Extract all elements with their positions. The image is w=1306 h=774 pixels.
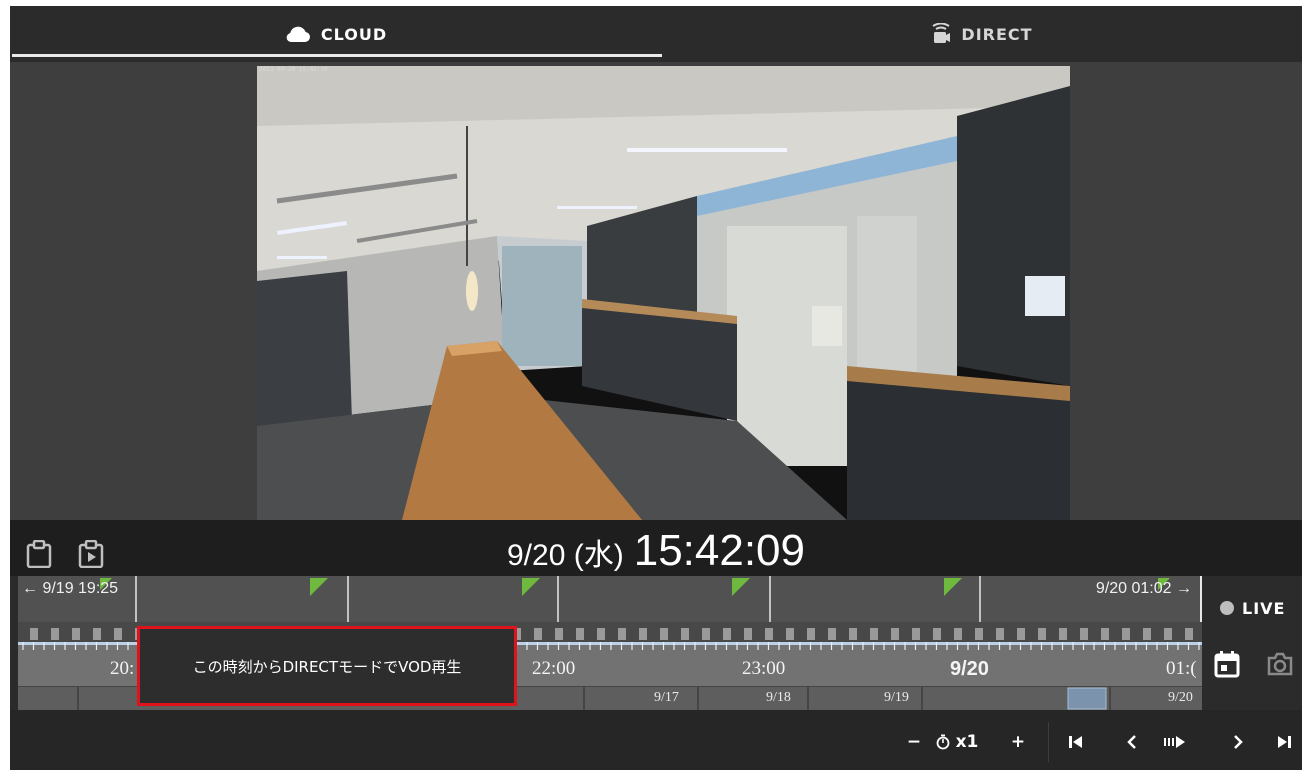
range-end-label[interactable]: 9/20 01:02 → [1096, 580, 1192, 598]
live-button[interactable]: LIVE [1210, 588, 1302, 628]
recording-segment [912, 628, 920, 640]
day-label: 9/17 [654, 690, 679, 705]
tab-direct[interactable]: DIRECT [662, 6, 1302, 62]
calendar-button[interactable] [1213, 650, 1241, 678]
snapshot-button[interactable] [1266, 651, 1294, 677]
hour-label-date: 9/20 [950, 658, 989, 680]
recording-segment [1164, 628, 1172, 640]
recording-segment [1143, 628, 1151, 640]
skip-start-icon [1069, 736, 1082, 748]
recording-segment [1122, 628, 1130, 640]
playback-controls: − x1 + [10, 710, 1302, 770]
camera-video-frame[interactable]: 2023-09-20 15:42:10 [257, 66, 1070, 520]
timeline-event-track[interactable]: ← 9/19 19:25 9/20 01:02 → [18, 576, 1202, 622]
calendar-icon [1214, 651, 1240, 678]
recording-segment [765, 628, 773, 640]
recording-segment [93, 628, 101, 640]
event-markers [100, 576, 1202, 622]
speed-down-button[interactable]: − [902, 728, 926, 756]
chevron-right-icon [1234, 735, 1243, 749]
current-time: 15:42:09 [633, 526, 805, 575]
active-tab-indicator [12, 54, 662, 57]
recording-segment [555, 628, 563, 640]
recording-segment [1185, 628, 1193, 640]
recording-segment [1101, 628, 1109, 640]
recording-segment [72, 628, 80, 640]
plus-icon: + [1010, 732, 1026, 752]
recording-segment [597, 628, 605, 640]
recording-segment [954, 628, 962, 640]
video-overlay-timestamp: 2023-09-20 15:42:10 [259, 66, 328, 73]
camera-icon [931, 23, 951, 45]
live-indicator-icon [1220, 601, 1234, 615]
recording-segment [996, 628, 1004, 640]
step-back-button[interactable] [1120, 728, 1144, 756]
recording-segment [849, 628, 857, 640]
skip-to-start-button[interactable] [1064, 728, 1088, 756]
recording-segment [534, 628, 542, 640]
video-area: 2023-09-20 15:42:10 [10, 62, 1302, 520]
camera-snapshot-icon [1267, 652, 1293, 676]
skip-end-icon [1278, 736, 1291, 748]
hour-label: 01:( [1166, 658, 1197, 679]
play-button[interactable] [1160, 728, 1190, 756]
recording-segment [114, 628, 122, 640]
recording-segment [1059, 628, 1067, 640]
recording-segment [618, 628, 626, 640]
minus-icon: − [906, 732, 922, 752]
tab-direct-label: DIRECT [961, 24, 1033, 44]
controls-divider [1048, 722, 1049, 762]
recording-segment [660, 628, 668, 640]
recording-segment [30, 628, 38, 640]
range-start-label[interactable]: ← 9/19 19:25 [22, 580, 118, 598]
recording-segment [639, 628, 647, 640]
recording-segment [576, 628, 584, 640]
speed-icon [936, 728, 950, 756]
tooltip-text: この時刻からDIRECTモードでVOD再生 [192, 657, 462, 676]
day-label: 9/20 [1168, 690, 1193, 705]
recording-segment [1017, 628, 1025, 640]
speed-value: x1 [954, 728, 980, 756]
recording-segment [891, 628, 899, 640]
recording-segment [702, 628, 710, 640]
recording-segment [51, 628, 59, 640]
hour-label: 22:00 [532, 658, 576, 679]
recording-segment [1038, 628, 1046, 640]
hour-label: 23:00 [742, 658, 786, 679]
mode-tabs: CLOUD DIRECT [10, 6, 1302, 62]
skip-to-end-button[interactable] [1272, 728, 1296, 756]
cloud-icon [285, 25, 311, 43]
tab-cloud-label: CLOUD [320, 24, 388, 44]
speed-up-button[interactable]: + [1006, 728, 1030, 756]
recording-segment [807, 628, 815, 640]
direct-vod-tooltip[interactable]: この時刻からDIRECTモードでVOD再生 [137, 626, 517, 706]
camera-scene-image [257, 66, 1070, 520]
recording-segment [870, 628, 878, 640]
recording-segment [828, 628, 836, 640]
recording-segment [744, 628, 752, 640]
hour-label: 20: [110, 658, 135, 679]
recording-segment [681, 628, 689, 640]
recording-segment [933, 628, 941, 640]
speed-label: x1 [955, 732, 979, 752]
chevron-left-icon [1127, 735, 1136, 749]
current-date: 9/20 (水) [507, 539, 624, 572]
slow-play-icon [1164, 736, 1185, 748]
playback-info-row: 9/20 (水) 15:42:09 [10, 520, 1302, 576]
recording-segment [786, 628, 794, 640]
camera-viewer-app: CLOUD DIRECT 2023-09-20 15:42:10 9/20 (水… [10, 6, 1302, 770]
recording-segment [723, 628, 731, 640]
recording-segment [975, 628, 983, 640]
day-label: 9/19 [884, 690, 909, 705]
live-label: LIVE [1242, 598, 1286, 618]
step-forward-button[interactable] [1226, 728, 1250, 756]
current-datetime: 9/20 (水) 15:42:09 [10, 526, 1302, 576]
recording-segment [1080, 628, 1088, 640]
day-label: 9/18 [766, 690, 791, 705]
